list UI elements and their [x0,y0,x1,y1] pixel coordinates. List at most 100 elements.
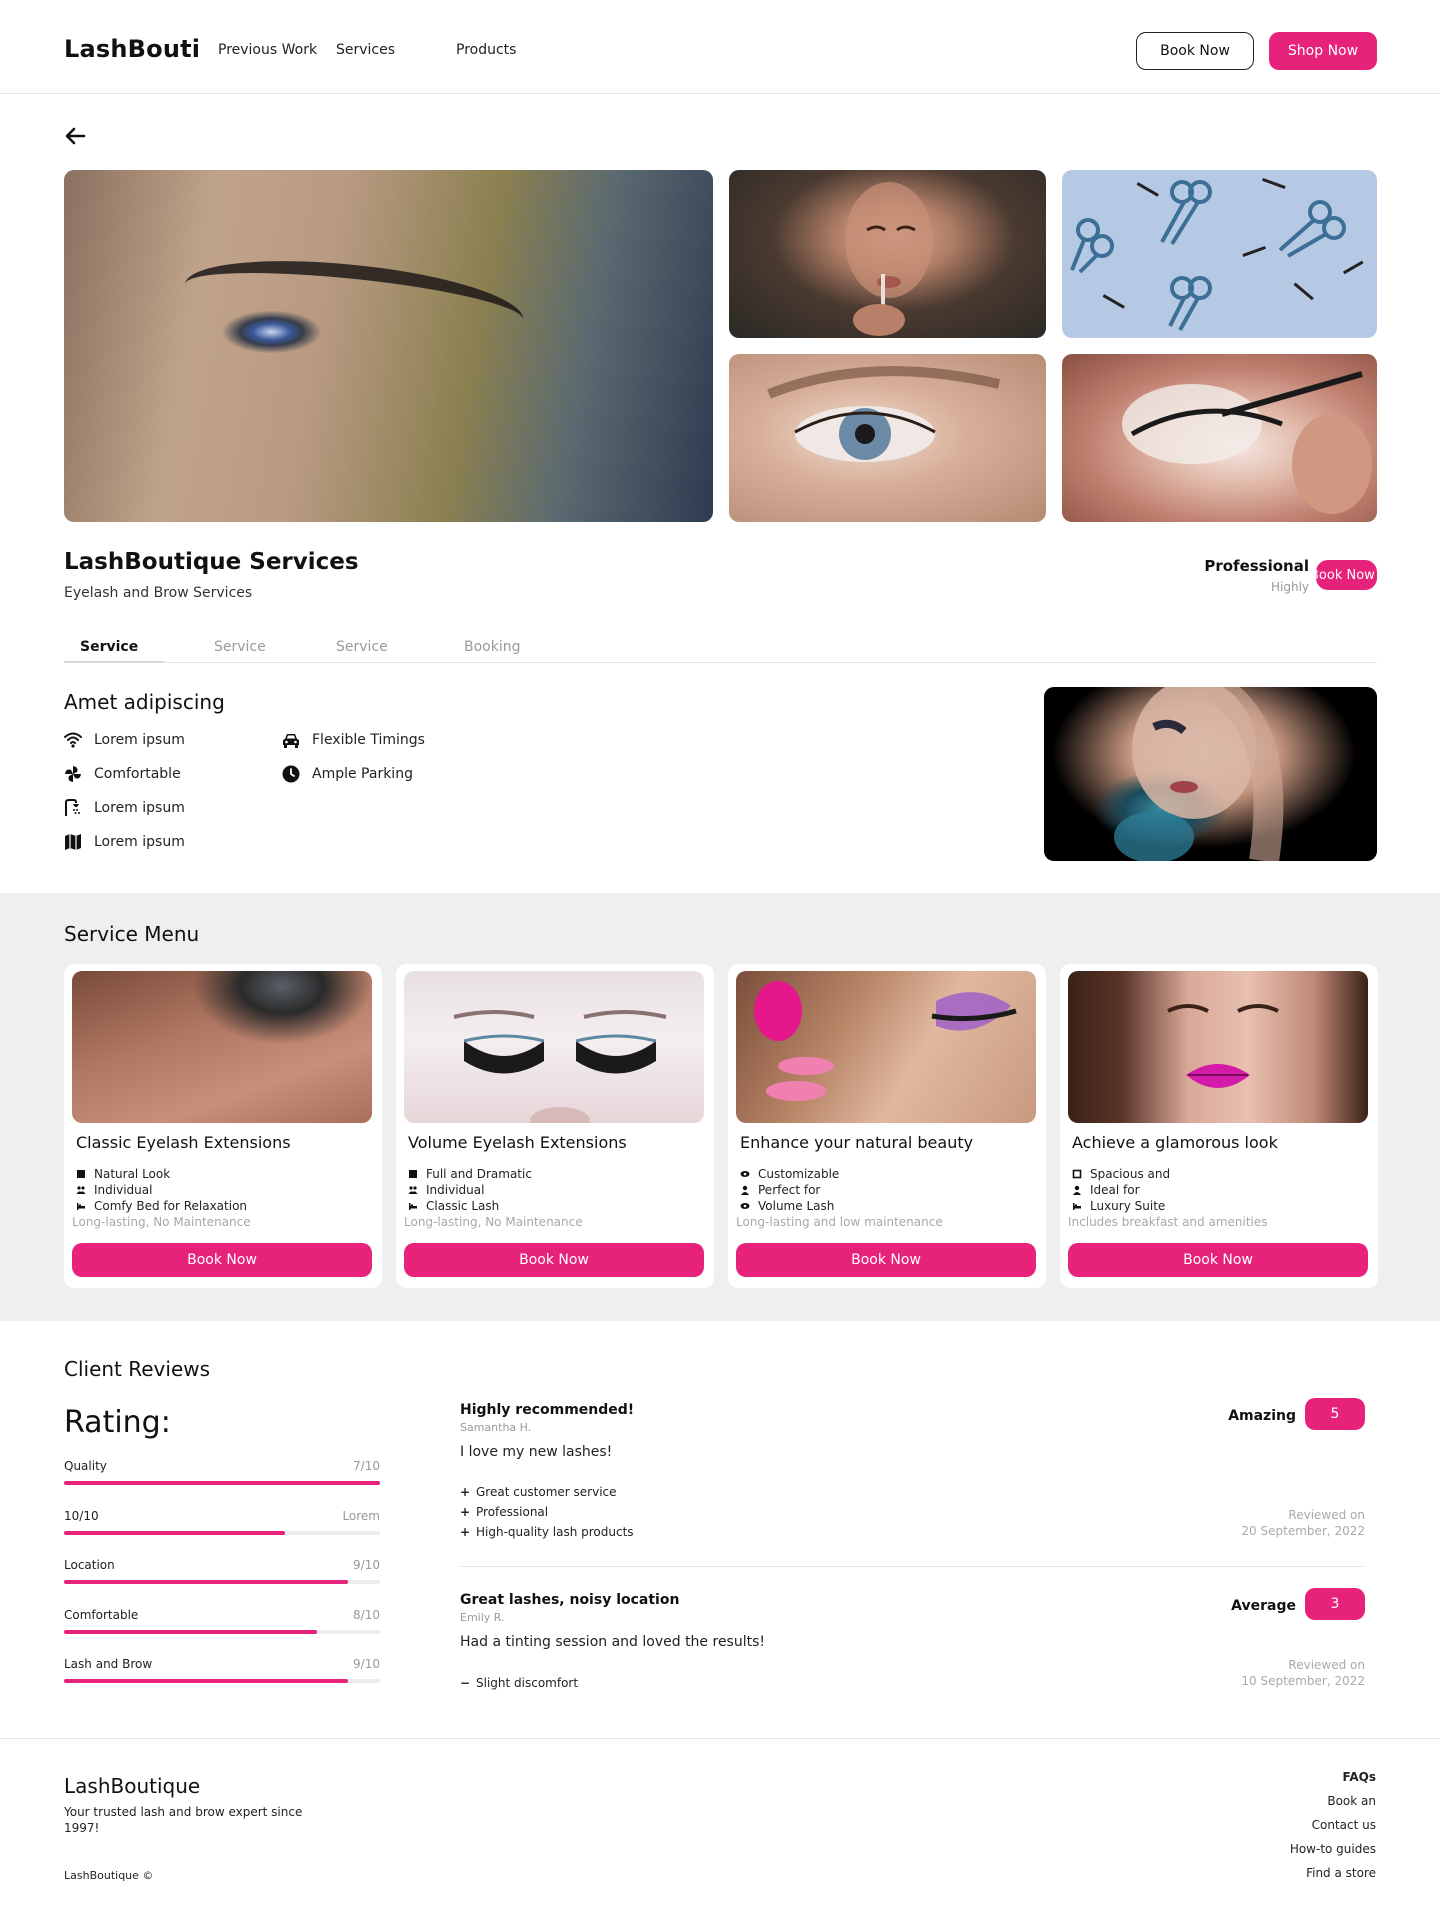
amenity-label: Lorem ipsum [94,834,185,850]
plus-icon: + [460,1525,471,1539]
frame-icon [1072,1169,1082,1179]
nav-products[interactable]: Products [456,42,516,58]
business-subtitle: Eyelash and Brow Services [64,585,253,601]
service-card-feature: Full and Dramatic [408,1167,532,1181]
square-icon [409,1170,417,1178]
site-logo[interactable]: LashBouti [64,35,200,63]
tab-service-1[interactable]: Service [80,639,138,655]
amenity-item: Lorem ipsum [64,731,185,749]
feature-label: Comfy Bed for Relaxation [94,1199,248,1213]
professional-badge: Professional [1204,557,1309,575]
service-card-image [404,971,704,1123]
review-text: Had a tinting session and loved the resu… [460,1634,766,1650]
rating-bar-value: 8/10 [353,1608,380,1622]
bed-icon [77,1203,85,1210]
gallery-image-eye-closeup[interactable] [729,354,1046,522]
footer-link-faqs[interactable]: FAQs [1343,1770,1376,1784]
plus-icon: + [460,1505,471,1519]
footer-link-store[interactable]: Find a store [1306,1866,1376,1880]
gallery-image-lash-curlers[interactable] [1062,170,1377,338]
gallery-main-image[interactable] [64,170,713,522]
tab-service-3[interactable]: Service [336,639,388,655]
gallery-image-lash-application[interactable] [1062,354,1377,522]
footer-link-guides[interactable]: How-to guides [1290,1842,1376,1856]
nav-previous-work[interactable]: Previous Work [218,42,317,58]
rating-bar-fill [64,1481,380,1485]
review-date: 10 September, 2022 [1241,1674,1365,1688]
nav-services[interactable]: Services [336,42,395,58]
review-score-badge: 5 [1305,1398,1365,1430]
rating-bar-track [64,1481,380,1485]
footer-link-contact[interactable]: Contact us [1312,1818,1376,1832]
amenity-item: Lorem ipsum [64,833,185,851]
rating-bar-value: Lorem [342,1509,380,1523]
service-card-feature: Perfect for [740,1183,820,1197]
amenity-item: Ample Parking [282,765,413,783]
book-now-label: Book Now [1316,567,1375,583]
gallery-image-makeup[interactable] [729,170,1046,338]
review-rating-label: Amazing [1228,1408,1296,1424]
service-card-feature: Ideal for [1072,1183,1140,1197]
users-icon [76,1186,86,1194]
service-card-feature: Comfy Bed for Relaxation [76,1199,247,1213]
feature-label: Spacious and [1090,1167,1171,1181]
eye-icon [740,1171,750,1177]
header-book-button[interactable]: Book Now [1136,32,1254,70]
service-card: Classic Eyelash Extensions Natural Look … [64,964,382,1288]
header-shop-button[interactable]: Shop Now [1269,32,1377,70]
feature-label: Ideal for [1090,1183,1140,1197]
service-book-button[interactable]: Book Now [736,1243,1036,1277]
feature-label: Customizable [758,1167,840,1181]
service-book-button[interactable]: Book Now [1068,1243,1368,1277]
service-card-note: Long-lasting, No Maintenance [404,1215,583,1229]
review-author: Emily R. [460,1611,505,1624]
review-date-label: Reviewed on [1288,1508,1365,1522]
back-arrow-icon[interactable] [64,126,86,146]
service-card-feature: Classic Lash [408,1199,499,1213]
amenity-label: Lorem ipsum [94,732,185,748]
car-icon [283,734,299,748]
rating-bar-fill [64,1531,286,1535]
review-score-badge: 3 [1305,1588,1365,1620]
users-icon [408,1186,418,1194]
amenity-item: Lorem ipsum [64,799,185,817]
review-headline: Great lashes, noisy location [460,1592,680,1608]
review-divider [460,1566,1365,1567]
footer-link-book[interactable]: Book an [1327,1794,1376,1808]
rating-bar-value: 9/10 [353,1657,380,1671]
amenity-item: Flexible Timings [282,731,425,749]
feature-label: Classic Lash [426,1199,500,1213]
feature-label: Luxury Suite [1090,1199,1166,1213]
service-book-button[interactable]: Book Now [404,1243,704,1277]
feature-label: Individual [94,1183,153,1197]
service-card-image [1068,971,1368,1123]
clock-icon [282,765,300,783]
map-icon [65,834,81,850]
tab-booking[interactable]: Booking [464,639,521,655]
book-now-button[interactable]: Book Now [1316,560,1377,590]
tab-service-2[interactable]: Service [214,639,266,655]
review-point-label: Slight discomfort [476,1676,579,1690]
bed-icon [1073,1203,1081,1210]
feature-label: Natural Look [94,1167,171,1181]
service-card-feature: Spacious and [1072,1167,1170,1181]
rating-bar-label: Lash and Brow [64,1657,153,1671]
rating-bar-value: 9/10 [353,1558,380,1572]
amenities-title: Amet adipiscing [64,690,225,714]
amenity-label: Comfortable [94,766,181,782]
square-icon [77,1170,85,1178]
service-card-feature: Luxury Suite [1072,1199,1165,1213]
rating-bar-track [64,1679,380,1683]
feature-label: Full and Dramatic [426,1167,532,1181]
service-book-button[interactable]: Book Now [72,1243,372,1277]
review-text: I love my new lashes! [460,1444,613,1460]
wifi-icon [64,732,82,748]
service-card-title: Classic Eyelash Extensions [76,1133,291,1152]
bed-icon [409,1203,417,1210]
review-point-label: High-quality lash products [476,1525,634,1539]
service-card-title: Volume Eyelash Extensions [408,1133,627,1152]
service-card-note: Long-lasting and low maintenance [736,1215,943,1229]
rating-bar-label: 10/10 [64,1509,99,1523]
review-point-label: Professional [476,1505,549,1519]
footer-logo[interactable]: LashBoutique [64,1774,200,1798]
